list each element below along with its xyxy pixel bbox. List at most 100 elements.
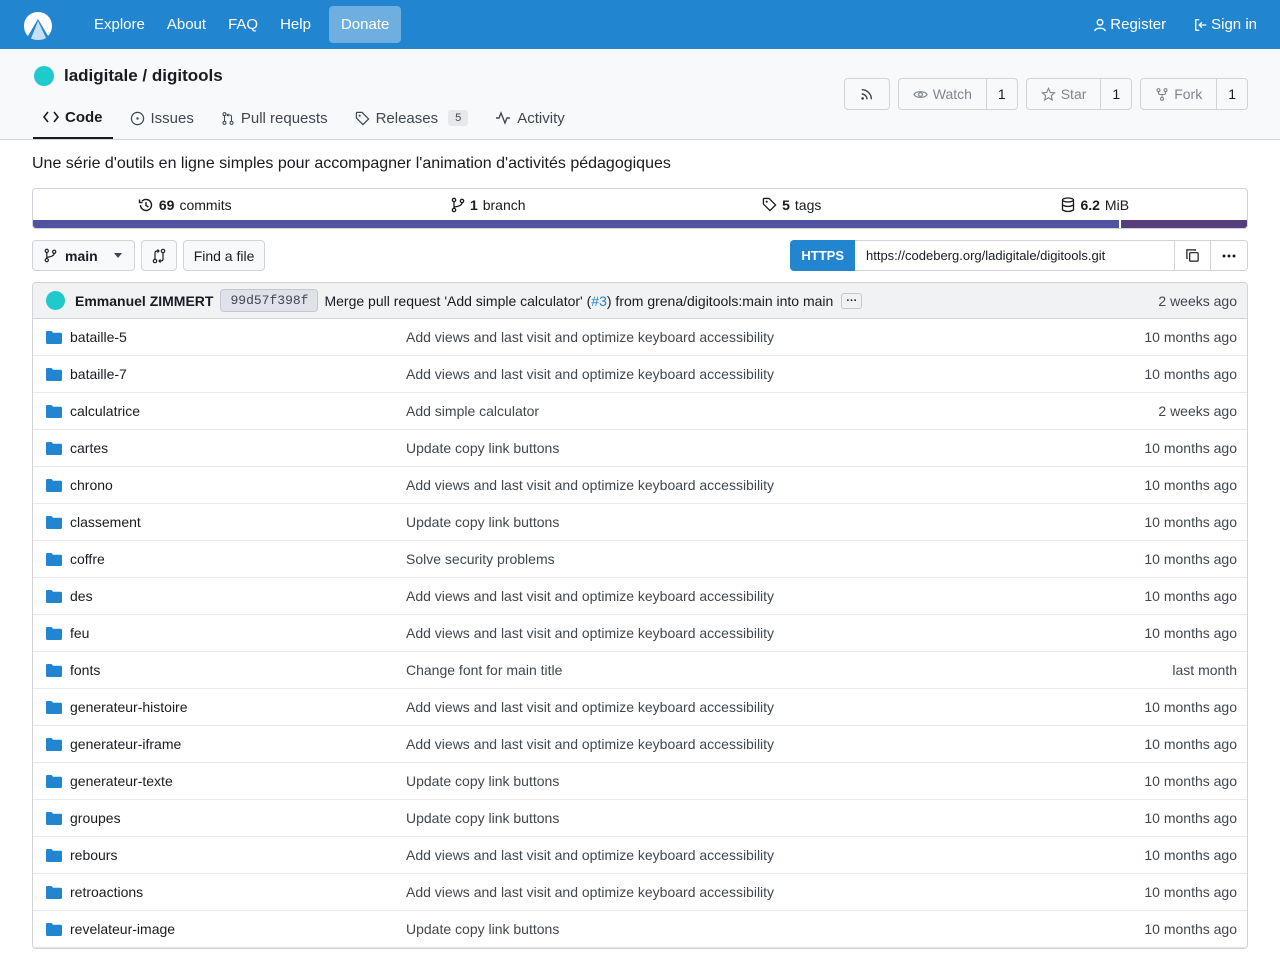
watch-count[interactable]: 1 [985, 79, 1017, 109]
file-commit-message[interactable]: Add views and last visit and optimize ke… [406, 366, 1144, 382]
file-name-link[interactable]: feu [70, 625, 89, 641]
file-name-link[interactable]: generateur-iframe [70, 736, 181, 752]
nav-explore[interactable]: Explore [83, 6, 156, 43]
signin-link[interactable]: Sign in [1194, 6, 1257, 43]
file-name-link[interactable]: classement [70, 514, 141, 530]
file-commit-time: 10 months ago [1144, 514, 1237, 530]
file-name-cell: coffre [46, 551, 406, 567]
file-commit-message[interactable]: Add views and last visit and optimize ke… [406, 847, 1144, 863]
file-name-link[interactable]: rebours [70, 847, 117, 863]
star-count[interactable]: 1 [1100, 79, 1131, 109]
file-name-link[interactable]: des [70, 588, 93, 604]
folder-icon [46, 811, 62, 825]
file-name-link[interactable]: fonts [70, 662, 100, 678]
https-button[interactable]: HTTPS [790, 240, 855, 271]
file-commit-time: 10 months ago [1144, 884, 1237, 900]
table-row: groupes Update copy link buttons 10 months… [33, 800, 1247, 837]
nav-donate-button[interactable]: Donate [328, 6, 402, 43]
file-name-cell: bataille-7 [46, 366, 406, 382]
file-name-link[interactable]: cartes [70, 440, 108, 456]
file-commit-message[interactable]: Add views and last visit and optimize ke… [406, 884, 1144, 900]
file-name-link[interactable]: retroactions [70, 884, 143, 900]
fork-icon [1156, 87, 1168, 101]
clone-url-input[interactable]: https://codeberg.org/ladigitale/digitool… [855, 240, 1175, 271]
tags-stat[interactable]: 5 tags [640, 197, 944, 213]
clone-more-button[interactable] [1211, 240, 1248, 271]
compare-button[interactable] [140, 240, 177, 271]
copy-url-button[interactable] [1175, 240, 1211, 271]
file-name-cell: feu [46, 625, 406, 641]
watch-button[interactable]: Watch [899, 79, 986, 109]
file-commit-message[interactable]: Add views and last visit and optimize ke… [406, 477, 1144, 493]
commits-stat[interactable]: 69 commits [33, 197, 337, 213]
table-row: generateur-iframe Add views and last visi… [33, 726, 1247, 763]
file-commit-message[interactable]: Solve security problems [406, 551, 1144, 567]
language-bar[interactable] [33, 220, 1247, 228]
codeberg-logo-icon[interactable] [22, 9, 54, 41]
file-name-link[interactable]: bataille-7 [70, 366, 127, 382]
clone-panel: HTTPS https://codeberg.org/ladigitale/di… [790, 240, 1248, 271]
file-commit-message[interactable]: Update copy link buttons [406, 921, 1144, 937]
fork-button-group: Fork 1 [1140, 78, 1248, 110]
file-commit-message[interactable]: Update copy link buttons [406, 810, 1144, 826]
file-commit-message[interactable]: Update copy link buttons [406, 440, 1144, 456]
file-name-link[interactable]: groupes [70, 810, 121, 826]
file-commit-message[interactable]: Change font for main title [406, 662, 1172, 678]
file-commit-message[interactable]: Add views and last visit and optimize ke… [406, 329, 1144, 345]
table-row: cartes Update copy link buttons 10 months … [33, 430, 1247, 467]
releases-count-badge: 5 [448, 110, 469, 126]
file-commit-message[interactable]: Add simple calculator [406, 403, 1158, 419]
file-name-link[interactable]: generateur-histoire [70, 699, 188, 715]
file-name-link[interactable]: coffre [70, 551, 105, 567]
tab-code[interactable]: Code [33, 97, 113, 139]
find-file-button[interactable]: Find a file [182, 240, 266, 271]
fork-count[interactable]: 1 [1216, 79, 1247, 109]
star-button[interactable]: Star [1027, 79, 1101, 109]
commit-author[interactable]: Emmanuel ZIMMERT [75, 293, 213, 309]
nav-about[interactable]: About [156, 6, 217, 43]
file-name-cell: revelateur-image [46, 921, 406, 937]
rss-button[interactable] [843, 78, 890, 110]
watch-button-group: Watch 1 [897, 78, 1018, 110]
file-name-cell: generateur-texte [46, 773, 406, 789]
file-name-link[interactable]: generateur-texte [70, 773, 173, 789]
file-commit-message[interactable]: Add views and last visit and optimize ke… [406, 699, 1144, 715]
tab-pull-requests[interactable]: Pull requests [211, 97, 338, 139]
branch-dropdown[interactable]: main [32, 240, 135, 271]
file-commit-message[interactable]: Add views and last visit and optimize ke… [406, 625, 1144, 641]
commit-message[interactable]: Merge pull request 'Add simple calculato… [324, 293, 833, 309]
commit-expand-button[interactable]: ··· [841, 292, 863, 309]
file-commit-time: last month [1172, 662, 1237, 678]
branch-stat[interactable]: 1 branch [337, 197, 641, 213]
file-commit-message[interactable]: Add views and last visit and optimize ke… [406, 588, 1144, 604]
table-row: generateur-histoire Add views and last vi… [33, 689, 1247, 726]
repo-actions: Watch 1 Star 1 Fork 1 [843, 78, 1248, 110]
issue-icon [130, 111, 144, 125]
fork-button[interactable]: Fork [1141, 79, 1216, 109]
file-commit-message[interactable]: Update copy link buttons [406, 514, 1144, 530]
file-commit-message[interactable]: Add views and last visit and optimize ke… [406, 736, 1144, 752]
pr-link[interactable]: #3 [591, 293, 607, 309]
tab-activity[interactable]: Activity [485, 97, 575, 139]
register-link[interactable]: Register [1093, 6, 1166, 43]
code-icon [43, 111, 59, 123]
file-commit-time: 10 months ago [1144, 477, 1237, 493]
file-name-link[interactable]: chrono [70, 477, 113, 493]
folder-icon [46, 441, 62, 455]
file-name-link[interactable]: calculatrice [70, 403, 140, 419]
table-row: chrono Add views and last visit and optim… [33, 467, 1247, 504]
nav-faq[interactable]: FAQ [217, 6, 269, 43]
author-avatar[interactable] [46, 291, 65, 310]
nav-help[interactable]: Help [269, 6, 322, 43]
repo-name-link[interactable]: ladigitale / digitools [64, 66, 223, 86]
tab-releases[interactable]: Releases 5 [345, 97, 479, 139]
file-name-link[interactable]: revelateur-image [70, 921, 175, 937]
file-name-link[interactable]: bataille-5 [70, 329, 127, 345]
branch-icon [451, 197, 465, 212]
tab-issues[interactable]: Issues [120, 97, 204, 139]
commit-sha[interactable]: 99d57f398f [220, 289, 319, 312]
branch-label: branch [482, 196, 526, 213]
file-commit-message[interactable]: Update copy link buttons [406, 773, 1144, 789]
file-name-cell: fonts [46, 662, 406, 678]
file-commit-time: 10 months ago [1144, 625, 1237, 641]
